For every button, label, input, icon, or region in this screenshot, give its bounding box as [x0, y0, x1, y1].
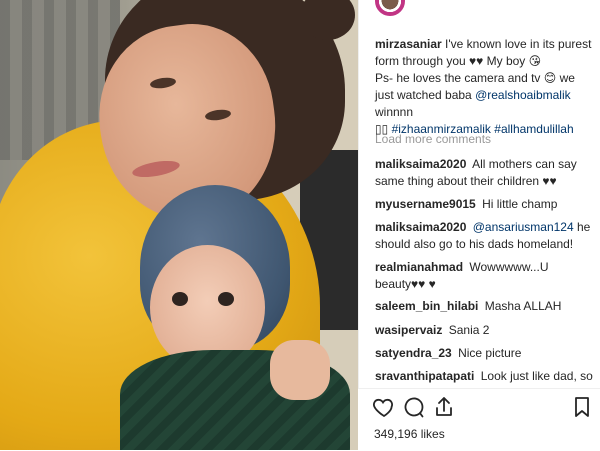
comment-username[interactable]: sravanthipatapati — [375, 369, 474, 383]
comment-text: Hi little champ — [482, 197, 558, 211]
likes-count[interactable]: 349,196 likes — [374, 427, 445, 441]
comment-item: realmianahmad Wowwwww...U beauty♥♥ ♥ — [375, 259, 593, 293]
comment-mention[interactable]: @ansariusman124 — [473, 220, 574, 234]
comment-text: Nice picture — [458, 346, 522, 360]
comment-item: myusername9015 Hi little champ — [375, 196, 593, 213]
post-actions-bar: 349,196 likes — [358, 388, 600, 451]
comment-icon[interactable] — [402, 395, 426, 419]
comment-item: sravanthipatapati Look just like dad, so — [375, 368, 593, 385]
share-icon[interactable] — [432, 395, 456, 419]
comment-username[interactable]: realmianahmad — [375, 260, 463, 274]
comment-username[interactable]: saleem_bin_hilabi — [375, 299, 478, 313]
comment-text: Look just like dad, so — [480, 369, 593, 383]
heart-icon[interactable] — [372, 395, 396, 419]
comment-item: maliksaima2020 All mothers can say same … — [375, 156, 593, 190]
comment-username[interactable]: satyendra_23 — [375, 346, 452, 360]
load-more-comments-link[interactable]: Load more comments — [375, 132, 491, 146]
comment-item: wasipervaiz Sania 2 — [375, 322, 593, 339]
comments-panel: mirzasaniar I've known love in its pures… — [358, 0, 600, 450]
comment-username[interactable]: maliksaima2020 — [375, 220, 466, 234]
comment-item: satyendra_23 Nice picture — [375, 345, 593, 362]
avatar[interactable] — [375, 0, 405, 16]
caption-mention[interactable]: @realshoaibmalik — [475, 88, 571, 102]
comment-item: maliksaima2020 @ansariusman124 he should… — [375, 219, 593, 253]
caption-username[interactable]: mirzasaniar — [375, 37, 442, 51]
comment-text: Sania 2 — [448, 323, 490, 337]
photo-baby-eye-left — [172, 292, 188, 306]
comment-text: Masha ALLAH — [484, 299, 562, 313]
comment-username[interactable]: wasipervaiz — [375, 323, 442, 337]
photo-baby-eye-right — [218, 292, 234, 306]
comment-username[interactable]: myusername9015 — [375, 197, 476, 211]
bookmark-icon[interactable] — [570, 395, 594, 419]
photo-baby-hand — [270, 340, 330, 400]
post-caption: mirzasaniar I've known love in its pures… — [375, 36, 593, 138]
instagram-post: mirzasaniar I've known love in its pures… — [0, 0, 600, 451]
caption-text-after-mention: winnnn — [375, 105, 414, 119]
comment-username[interactable]: maliksaima2020 — [375, 157, 466, 171]
post-photo[interactable] — [0, 0, 358, 450]
comment-item: saleem_bin_hilabi Masha ALLAH — [375, 298, 593, 315]
